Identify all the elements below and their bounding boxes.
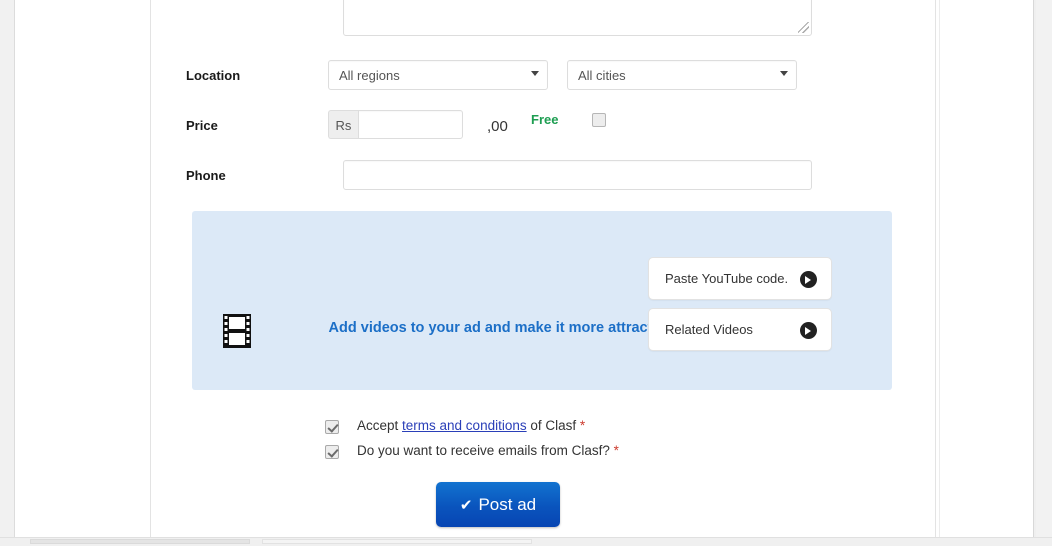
content-column-rail-left — [150, 0, 151, 537]
post-ad-button[interactable]: ✔ Post ad — [436, 482, 560, 527]
free-label: Free — [531, 112, 559, 127]
price-input[interactable] — [358, 110, 463, 139]
price-cents-suffix: ,00 — [487, 118, 508, 135]
resize-handle-icon[interactable] — [798, 22, 809, 33]
paste-youtube-code-button[interactable]: Paste YouTube code. — [648, 257, 832, 300]
description-textarea[interactable] — [343, 0, 812, 36]
content-column-rail-right — [935, 0, 936, 537]
location-label: Location — [186, 68, 241, 83]
receive-emails-checkbox[interactable] — [325, 445, 339, 459]
video-promo-panel: Add videos to your ad and make it more a… — [192, 211, 892, 390]
film-strip-icon — [223, 314, 251, 348]
accept-terms-checkbox[interactable] — [325, 420, 339, 434]
horizontal-scrollbar-thumb[interactable] — [30, 539, 250, 544]
free-checkbox[interactable] — [592, 113, 606, 127]
required-marker: * — [613, 443, 619, 458]
receive-emails-prefix: Do you want to receive emails from Clasf… — [357, 443, 614, 458]
required-marker: * — [579, 418, 586, 433]
arrow-right-circle-icon — [800, 271, 817, 288]
accept-terms-suffix: of Clasf — [526, 418, 580, 433]
terms-and-conditions-link[interactable]: terms and conditions — [402, 418, 527, 433]
city-select[interactable]: All cities — [567, 60, 797, 90]
phone-input[interactable] — [343, 160, 812, 190]
region-select[interactable]: All regions — [328, 60, 548, 90]
post-ad-label: Post ad — [478, 494, 537, 514]
check-icon: ✔ — [459, 496, 473, 514]
accept-terms-text: Accept terms and conditions of Clasf * — [357, 418, 585, 433]
related-videos-button[interactable]: Related Videos — [648, 308, 832, 351]
price-input-group: Rs — [328, 110, 463, 139]
page-left-gutter — [0, 0, 15, 537]
related-videos-label: Related Videos — [665, 322, 753, 337]
page-sheet: Location All regions All cities Price Rs… — [15, 0, 1034, 537]
horizontal-scrollbar-track-segment[interactable] — [262, 539, 532, 544]
phone-label: Phone — [186, 168, 226, 183]
accept-terms-prefix: Accept — [357, 418, 403, 433]
paste-youtube-code-label: Paste YouTube code. — [665, 271, 789, 286]
arrow-right-circle-icon — [800, 322, 817, 339]
browser-viewport: Location All regions All cities Price Rs… — [0, 0, 1052, 546]
page-right-gutter — [1036, 0, 1052, 537]
receive-emails-text: Do you want to receive emails from Clasf… — [357, 443, 619, 458]
price-label: Price — [186, 118, 218, 133]
content-column-rail-right-outer — [939, 0, 940, 537]
currency-addon: Rs — [328, 110, 358, 139]
